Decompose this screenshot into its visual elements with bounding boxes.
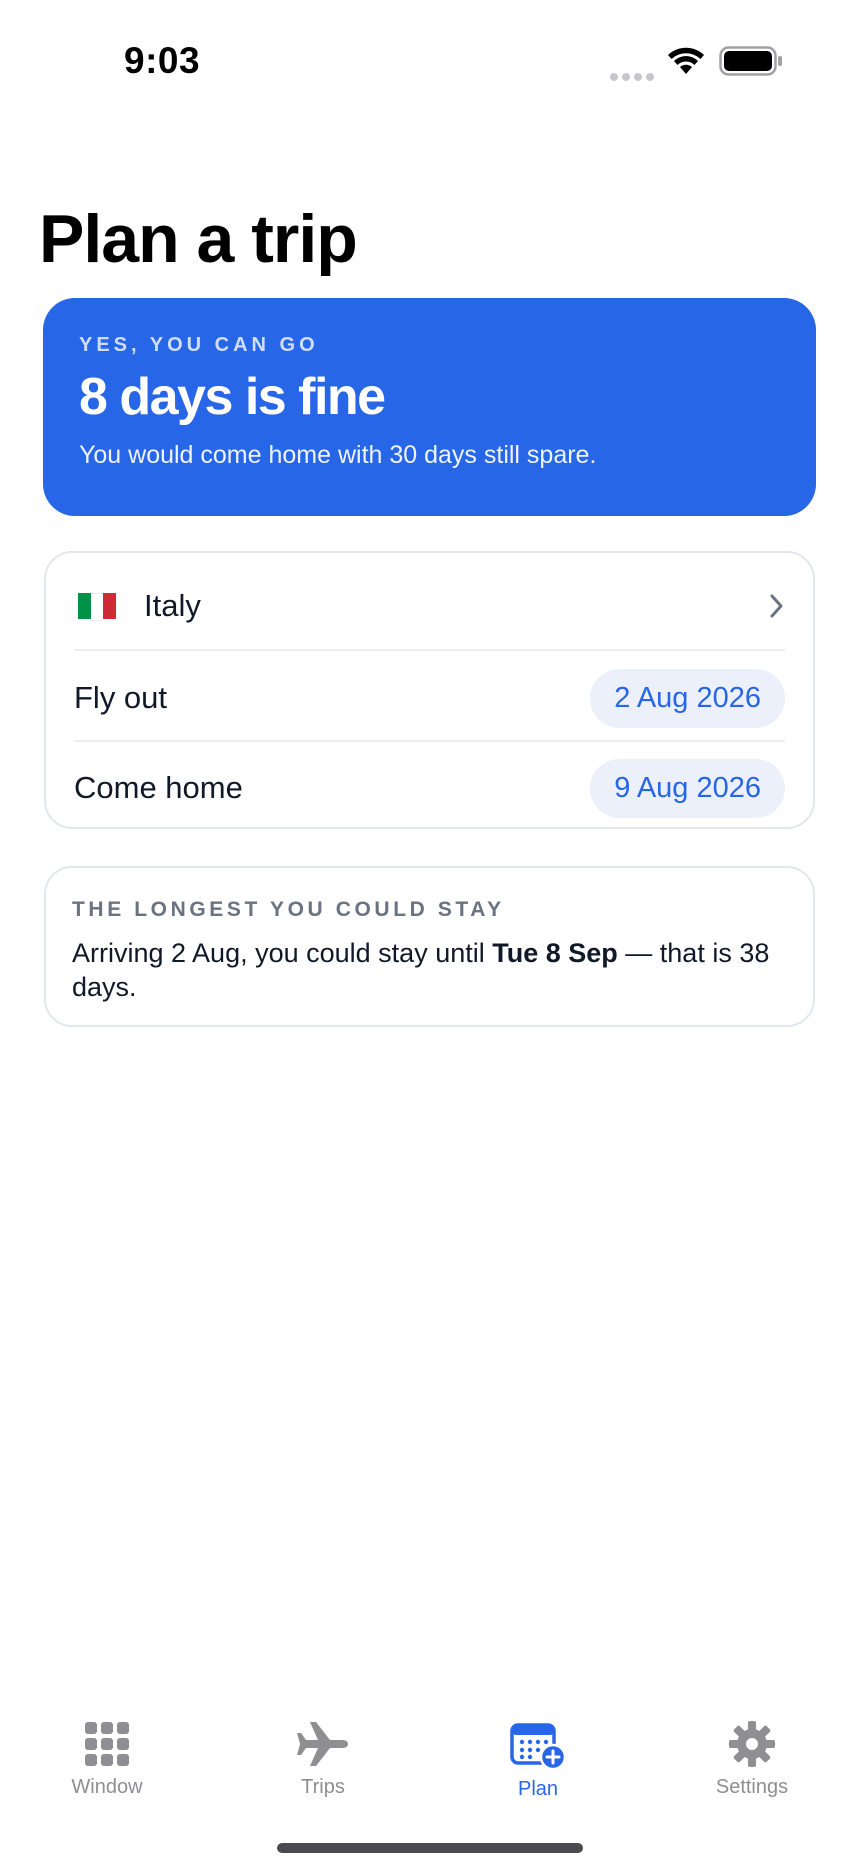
status-time: 9:03	[124, 40, 201, 81]
cellular-signal-icon	[610, 68, 658, 86]
airplane-icon	[297, 1722, 348, 1766]
verdict-card: YES, YOU CAN GO 8 days is fine You would…	[43, 298, 816, 516]
fly-out-label: Fly out	[74, 680, 168, 715]
trip-form-card: Italy Fly out 2 Aug 2026 Come home 9 Aug…	[44, 551, 815, 829]
tab-trips[interactable]: Trips	[243, 1720, 403, 1799]
calendar-plus-icon	[510, 1723, 567, 1770]
longest-stay-card: THE LONGEST YOU COULD STAY Arriving 2 Au…	[44, 866, 815, 1027]
country-name: Italy	[144, 588, 201, 623]
home-indicator	[277, 1843, 583, 1853]
tab-settings[interactable]: Settings	[672, 1720, 832, 1799]
fly-out-row: Fly out 2 Aug 2026	[74, 662, 785, 734]
come-home-row: Come home 9 Aug 2026	[74, 752, 785, 824]
divider	[74, 649, 785, 651]
country-row[interactable]: Italy	[74, 569, 785, 643]
divider	[74, 740, 785, 742]
tab-bar: Window Trips Plan Settings	[0, 1700, 860, 1830]
status-bar: 9:03	[0, 0, 860, 120]
longest-stay-text: Arriving 2 Aug, you could stay until Tue…	[72, 936, 787, 1004]
chevron-right-icon	[769, 593, 785, 619]
longest-stay-kicker: THE LONGEST YOU COULD STAY	[72, 898, 505, 921]
longest-stay-date: Tue 8 Sep	[492, 938, 618, 968]
tab-trips-label: Trips	[301, 1776, 345, 1798]
verdict-kicker: YES, YOU CAN GO	[79, 334, 319, 356]
tab-settings-label: Settings	[715, 1776, 789, 1798]
gear-icon	[729, 1721, 775, 1767]
longest-stay-prefix: Arriving 2 Aug, you could stay until	[72, 938, 493, 968]
tab-window-label: Window	[71, 1776, 143, 1798]
verdict-subtitle: You would come home with 30 days still s…	[79, 441, 597, 469]
come-home-date-button[interactable]: 9 Aug 2026	[590, 758, 785, 818]
grid-icon	[85, 1722, 129, 1766]
verdict-headline: 8 days is fine	[79, 368, 386, 426]
fly-out-date-button[interactable]: 2 Aug 2026	[590, 668, 785, 728]
tab-plan-label: Plan	[517, 1778, 559, 1800]
italy-flag-icon	[78, 593, 117, 621]
battery-icon	[719, 46, 782, 76]
tab-plan[interactable]: Plan	[458, 1720, 618, 1801]
wifi-icon	[668, 47, 704, 74]
tab-window[interactable]: Window	[27, 1720, 187, 1799]
page-title: Plan a trip	[39, 201, 358, 277]
come-home-label: Come home	[74, 770, 243, 805]
